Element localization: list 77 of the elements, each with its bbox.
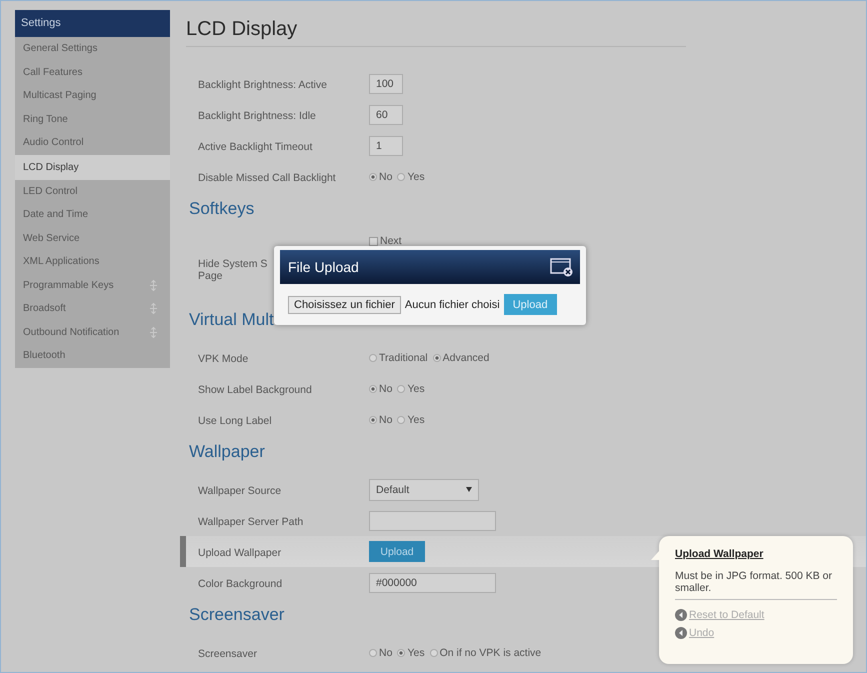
upload-button[interactable]: Upload [504, 294, 557, 315]
upload-button[interactable]: Upload [369, 541, 425, 562]
radio-label: No [379, 414, 392, 426]
field-label: Disable Missed Call Backlight [198, 172, 336, 184]
tooltip-title: Upload Wallpaper [675, 548, 764, 560]
sidebar-item[interactable]: Broadsoft [15, 297, 170, 320]
dialog-title: File Upload [288, 259, 359, 275]
radio-button[interactable] [432, 354, 441, 362]
radio-button[interactable] [430, 648, 438, 656]
tooltip-link[interactable]: Reset to Default [689, 609, 764, 621]
sidebar-item[interactable]: Programmable Keys [15, 274, 170, 297]
tooltip-text: Must be in JPG format. 500 KB or smaller. [675, 570, 837, 600]
field-label: Wallpaper Server Path [198, 516, 304, 528]
radio-button[interactable] [369, 354, 377, 362]
section-heading: Virtual Mult [188, 309, 274, 331]
radio-button[interactable] [397, 384, 406, 392]
field-label: Backlight Brightness: Active [198, 78, 327, 90]
expand-icon[interactable] [149, 303, 158, 314]
input-field[interactable] [369, 510, 496, 530]
sidebar-item[interactable]: LED Control [15, 180, 170, 203]
radio-label: Yes [407, 414, 425, 426]
radio-label: On if no VPK is active [440, 646, 542, 658]
radio-button[interactable] [369, 416, 377, 424]
sidebar-item[interactable]: Call Features [15, 60, 170, 84]
field-label: Color Background [198, 578, 282, 590]
section-heading: Softkeys [188, 198, 254, 220]
field-label: Upload Wallpaper [198, 546, 282, 558]
checkbox-label: Next [380, 235, 402, 247]
sidebar-item[interactable]: Web Service [15, 226, 170, 250]
sidebar-item[interactable]: Outbound Notification [15, 320, 170, 344]
choose-file-button[interactable]: Choisissez un fichier [288, 296, 401, 314]
window-close-icon[interactable] [550, 257, 574, 277]
radio-button[interactable] [397, 648, 406, 656]
sidebar-item[interactable]: Audio Control [15, 131, 170, 154]
radio-label: No [379, 382, 392, 394]
radio-label: Yes [407, 170, 425, 182]
radio-button[interactable] [369, 648, 377, 656]
input-field[interactable]: 1 [369, 136, 403, 156]
tooltip-link[interactable]: Undo [689, 627, 714, 639]
field-label: VPK Mode [198, 352, 248, 364]
radio-label: Yes [407, 646, 425, 658]
field-label: Hide System S Page [198, 258, 268, 282]
sidebar-item[interactable]: LCD Display [15, 154, 170, 180]
field-label: Active Backlight Timeout [198, 140, 312, 152]
checkbox[interactable] [369, 236, 378, 246]
sidebar-header: Settings [15, 10, 170, 37]
expand-icon[interactable] [149, 326, 158, 338]
input-field[interactable]: 100 [369, 74, 403, 94]
radio-label: No [379, 170, 392, 182]
input-field[interactable]: #000000 [369, 572, 496, 592]
page-title: LCD Display [186, 18, 686, 47]
sidebar-item[interactable]: Ring Tone [15, 108, 170, 131]
sidebar-item[interactable]: General Settings [15, 37, 170, 60]
file-status: Aucun fichier choisi [404, 298, 500, 310]
field-label: Wallpaper Source [198, 484, 282, 496]
radio-button[interactable] [397, 172, 406, 180]
radio-button[interactable] [397, 416, 406, 424]
radio-button[interactable] [369, 384, 377, 392]
section-heading: Screensaver [188, 604, 284, 626]
section-heading: Wallpaper [188, 441, 265, 463]
input-field[interactable]: 60 [369, 104, 403, 124]
field-label: Show Label Background [198, 384, 312, 396]
sidebar-item[interactable]: XML Applications [15, 250, 170, 274]
sidebar-item[interactable]: Date and Time [15, 203, 170, 226]
expand-icon[interactable] [149, 280, 158, 291]
radio-label: Traditional [379, 352, 428, 364]
radio-label: Yes [407, 382, 425, 394]
radio-label: No [379, 646, 392, 658]
dropdown[interactable]: Default [369, 478, 479, 500]
sidebar-item[interactable]: Multicast Paging [15, 84, 170, 108]
radio-label: Advanced [442, 352, 490, 364]
field-label: Screensaver [198, 648, 257, 660]
caret-icon [466, 487, 472, 492]
field-label: Use Long Label [198, 414, 272, 426]
sidebar-item[interactable]: Bluetooth [15, 344, 170, 368]
field-label: Backlight Brightness: Idle [198, 110, 316, 122]
radio-button[interactable] [369, 172, 377, 180]
